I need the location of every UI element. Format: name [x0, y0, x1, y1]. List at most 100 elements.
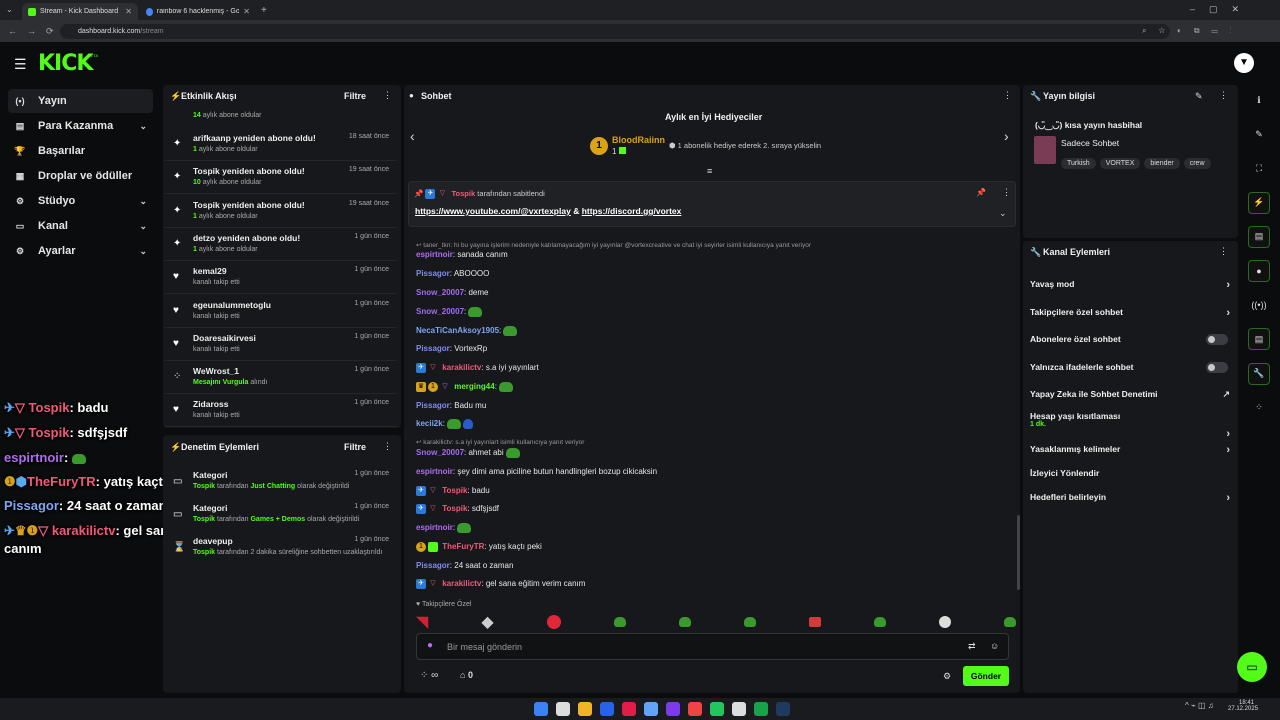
tab-kick-dashboard[interactable]: Stream - Kick Dashboard ✕: [22, 3, 138, 20]
chevron-right-icon[interactable]: ›: [1226, 428, 1230, 440]
document-icon[interactable]: ▤: [1248, 225, 1270, 248]
channel-action-item[interactable]: Yavaş mod ›: [1030, 279, 1230, 293]
toggle-switch[interactable]: [1206, 362, 1228, 373]
search-icon[interactable]: [556, 702, 570, 716]
chat-message[interactable]: Pissagor: VortexRp: [416, 344, 487, 353]
chat-username[interactable]: Snow_20007: [416, 448, 464, 457]
next-arrow-icon[interactable]: ›: [1004, 128, 1009, 144]
chat-icon[interactable]: ●: [1248, 260, 1270, 282]
tab-google-search[interactable]: rainbow 6 hacklenmiş - Google ✕: [140, 3, 256, 20]
spotify-icon[interactable]: [754, 702, 768, 716]
app-icon[interactable]: [622, 702, 636, 716]
layout-icon[interactable]: ▤: [1248, 328, 1270, 351]
channel-action-item[interactable]: Yalnızca ifadelerle sohbet: [1030, 362, 1230, 376]
expand-chevron-icon[interactable]: ⌄: [999, 208, 1007, 219]
activity-item[interactable]: ✦ Tospik yeniden abone oldu! 1 aylık abo…: [165, 195, 397, 228]
chat-username[interactable]: Pissagor: [416, 561, 450, 570]
chevron-right-icon[interactable]: ›: [1226, 307, 1230, 319]
chat-username[interactable]: espirtnoir: [416, 523, 453, 532]
kebab-menu-icon[interactable]: ⋮: [1003, 90, 1012, 101]
emote-icon[interactable]: [938, 616, 951, 628]
emote-icon[interactable]: [743, 617, 756, 627]
broadcast-icon[interactable]: ((•)): [1248, 294, 1270, 316]
activity-item[interactable]: ♥ Zidaross kanalı takip etti 1 gün önce: [165, 394, 397, 428]
chat-message[interactable]: Snow_20007:: [416, 307, 483, 317]
fullscreen-icon[interactable]: ⛶: [1248, 157, 1270, 179]
kick-logo[interactable]: KICK: [38, 51, 93, 76]
channel-action-item[interactable]: Hedefleri belirleyin ›: [1030, 492, 1230, 506]
support-chat-icon[interactable]: ▭: [1237, 652, 1267, 682]
chat-username[interactable]: karakilictv: [442, 363, 481, 372]
chat-message[interactable]: NecaTiCanAksoy1905:: [416, 326, 518, 336]
sidebar-item-5[interactable]: ▭ Kanal ⌄: [8, 214, 153, 238]
toggle-switch[interactable]: [1206, 334, 1228, 345]
external-link-icon[interactable]: ↗: [1222, 389, 1230, 400]
emote-icon[interactable]: ◥: [416, 612, 428, 632]
sidebar-item-0[interactable]: (•) Yayın: [8, 89, 153, 113]
chat-username[interactable]: NecaTiCanAksoy1905: [416, 326, 499, 335]
discord-icon[interactable]: [666, 702, 680, 716]
chat-message[interactable]: ✈ ▽ karakilictv: gel sana eğitim verim ca…: [416, 579, 585, 589]
chat-message[interactable]: kecii2k:: [416, 419, 474, 429]
translate-icon[interactable]: ⇄: [968, 641, 976, 652]
app-icon[interactable]: [732, 702, 746, 716]
activity-filter-button[interactable]: Filtre: [344, 91, 366, 101]
app-icon[interactable]: [644, 702, 658, 716]
chat-message[interactable]: ✈ ▽ Tospik: badu: [416, 486, 490, 496]
chevron-right-icon[interactable]: ›: [1226, 444, 1230, 456]
emote-icon[interactable]: ◆: [481, 612, 493, 632]
lightning-icon[interactable]: ⚡: [1248, 191, 1270, 214]
send-button[interactable]: Gönder: [963, 666, 1009, 686]
chevron-right-icon[interactable]: ›: [1226, 492, 1230, 504]
chat-username[interactable]: Tospik: [442, 504, 467, 513]
chat-settings-icon[interactable]: ⚙: [943, 671, 951, 682]
chat-message[interactable]: Snow_20007: ahmet abi: [416, 448, 520, 458]
kebab-menu-icon[interactable]: ⋮: [1219, 246, 1228, 257]
sidebar-item-4[interactable]: ⚙ Stüdyo ⌄: [8, 189, 153, 213]
chat-message[interactable]: 1 TheFuryTR: yatış kaçtı peki: [416, 542, 542, 552]
tab-menu-icon[interactable]: ⌄: [6, 5, 13, 14]
moderation-item[interactable]: ▭ Kategori Tospik tarafından Games + Dem…: [165, 499, 397, 532]
file-explorer-icon[interactable]: [578, 702, 592, 716]
chat-username[interactable]: karakilictv: [442, 579, 481, 588]
chat-message[interactable]: espirtnoir: sanada canım: [416, 250, 508, 259]
sidebar-item-6[interactable]: ⚙ Ayarlar ⌄: [8, 239, 153, 263]
emote-icon[interactable]: [873, 617, 886, 627]
discord-link[interactable]: https://discord.gg/vortex: [582, 206, 682, 216]
channel-action-item[interactable]: Yasaklanmış kelimeler ›: [1030, 444, 1230, 458]
mic-icon[interactable]: ●: [427, 640, 433, 651]
chat-message[interactable]: ♛ 1 ▽ merging44:: [416, 382, 514, 392]
chat-message[interactable]: ✈ ▽ Tospik: sdfşjsdf: [416, 504, 499, 514]
url-field[interactable]: dashboard.kick.com/stream: [60, 24, 1170, 39]
sidebar-item-1[interactable]: ▤ Para Kazanma ⌄: [8, 114, 153, 138]
chat-username[interactable]: Pissagor: [416, 269, 450, 278]
activity-item[interactable]: ✦ Tospik yeniden abone oldu! 10 aylık ab…: [165, 161, 397, 195]
new-tab-button[interactable]: +: [261, 5, 267, 16]
youtube-link[interactable]: https://www.youtube.com/@vxrtexplay: [415, 206, 571, 216]
unpin-icon[interactable]: 📌: [976, 188, 986, 197]
chat-username[interactable]: merging44: [454, 382, 494, 391]
points-row[interactable]: ⁘ ∞: [420, 670, 438, 681]
channel-action-item[interactable]: Hesap yaşı kısıtlaması 1 dk. ›: [1030, 411, 1230, 440]
chat-username[interactable]: espirtnoir: [416, 467, 453, 476]
chrome-icon[interactable]: [710, 702, 724, 716]
emote-icon[interactable]: [808, 617, 821, 627]
user-avatar[interactable]: ▼: [1234, 53, 1254, 73]
collapse-icon[interactable]: ≡: [707, 166, 712, 176]
app-icon[interactable]: [688, 702, 702, 716]
chat-message[interactable]: Pissagor: ABOOOO: [416, 269, 489, 278]
window-controls[interactable]: –▢✕: [1190, 4, 1253, 15]
system-tray-icons[interactable]: ^ ⌁ ◫ ♫: [1185, 701, 1214, 710]
chat-message[interactable]: Pissagor: Badu mu: [416, 401, 486, 410]
moderation-item[interactable]: ⌛ deavepup Tospik tarafından 2 dakika sü…: [165, 532, 397, 565]
chat-username[interactable]: Tospik: [442, 486, 467, 495]
chat-username[interactable]: Snow_20007: [416, 307, 464, 316]
chat-username[interactable]: TheFuryTR: [442, 542, 484, 551]
browser-toolbar-icons[interactable]: ⌕☆◐⧉▭⋮: [1142, 26, 1244, 36]
activity-item[interactable]: ♥ egeunalummetoglu kanalı takip etti 1 g…: [165, 295, 397, 328]
edit-icon[interactable]: ✎: [1195, 91, 1203, 102]
chevron-down-icon[interactable]: ⌄: [139, 221, 147, 232]
chevron-right-icon[interactable]: ›: [1226, 279, 1230, 291]
close-tab-icon[interactable]: ✕: [243, 7, 250, 16]
chevron-down-icon[interactable]: ⌄: [139, 121, 147, 132]
